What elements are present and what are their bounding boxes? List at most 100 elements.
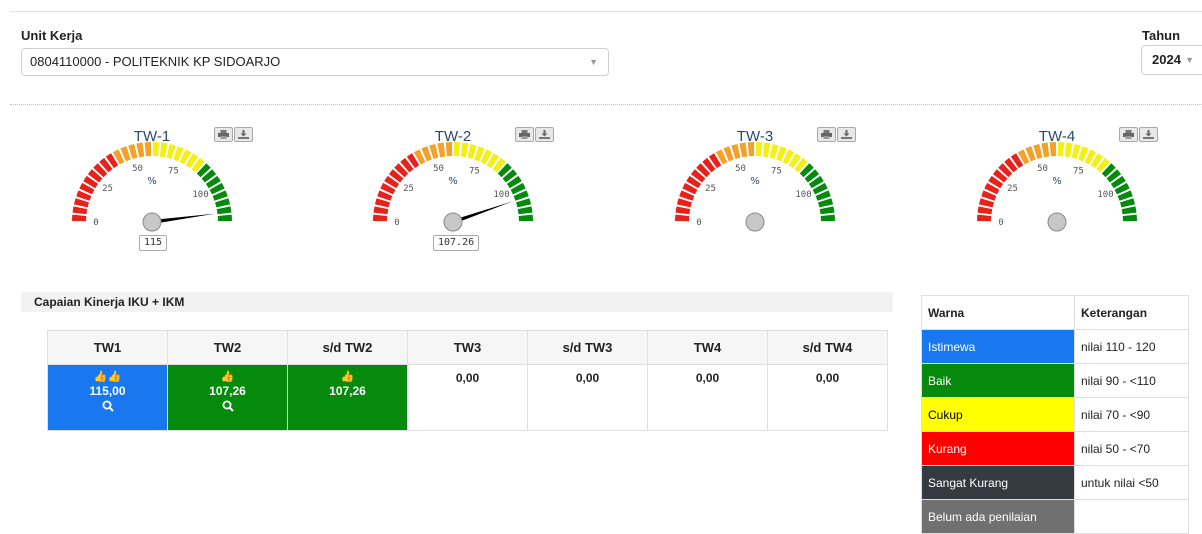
legend-row: Cukup nilai 70 - <90 [921, 397, 1189, 432]
tahun-label: Tahun [1142, 28, 1181, 43]
gauge-unit-label: % [1052, 176, 1062, 187]
legend-row: Belum ada penilaian [921, 499, 1189, 534]
gauge-band-segment [517, 206, 533, 215]
legend-row: Sangat Kurang untuk nilai <50 [921, 465, 1189, 500]
gauge-title: TW-4 [1038, 128, 1076, 145]
cell-tw4: 0,00 [647, 364, 768, 431]
legend-header-keterangan: Keterangan [1074, 295, 1189, 330]
gauge-tick-label: 25 [403, 184, 414, 194]
gauge-unit-label: % [750, 176, 760, 187]
legend-color-name: Istimewa [921, 329, 1075, 364]
gauge-tick-label: 0 [93, 218, 98, 228]
unit-kerja-select[interactable]: 0804110000 - POLITEKNIK KP SIDOARJO ▼ [21, 48, 609, 76]
gauge-tick-label: 25 [705, 184, 716, 194]
gauge-tick-label: 25 [1007, 184, 1018, 194]
legend-color-name: Belum ada penilaian [921, 499, 1075, 534]
cell-value: 107,26 [209, 384, 246, 398]
cell-tw3: 0,00 [407, 364, 528, 431]
gauge-value-label: 115 [139, 235, 168, 251]
table-header-row: TW1 TW2 s/d TW2 TW3 s/d TW3 TW4 s/d TW4 [47, 330, 888, 365]
print-button[interactable] [817, 127, 836, 142]
gauge-tick-label: 100 [1097, 190, 1113, 200]
section-title: Capaian Kinerja IKU + IKM [21, 292, 893, 312]
cell-tw1: 👍👍 115,00 [47, 364, 168, 431]
gauge-band-segment [518, 214, 533, 222]
download-icon [238, 130, 249, 139]
legend-table: Warna Keterangan Istimewa nilai 110 - 120… [921, 295, 1189, 534]
legend-description: untuk nilai <50 [1074, 465, 1189, 500]
legend-header-row: Warna Keterangan [921, 295, 1189, 330]
gauge-tick-label: 50 [1037, 164, 1048, 174]
gauge-band-segment [373, 206, 389, 215]
gauge-band-segment [675, 214, 690, 222]
gauge-band-segment [977, 214, 992, 222]
gauge-unit-label: % [448, 176, 458, 187]
gauge-band-segment [217, 214, 232, 222]
search-icon[interactable] [102, 400, 114, 412]
cell-sd-tw4: 0,00 [767, 364, 888, 431]
gauge-pivot [443, 212, 463, 232]
legend-color-name: Kurang [921, 431, 1075, 466]
print-icon [519, 130, 530, 139]
column-header: TW4 [647, 330, 768, 365]
download-icon [1143, 130, 1154, 139]
legend-color-name: Sangat Kurang [921, 465, 1075, 500]
gauge-tick-label: 0 [998, 218, 1003, 228]
tahun-select[interactable]: 2024 ▼ [1141, 45, 1202, 75]
print-button[interactable] [214, 127, 233, 142]
gauge-unit-label: % [147, 176, 157, 187]
capaian-table: TW1 TW2 s/d TW2 TW3 s/d TW3 TW4 s/d TW4 … [47, 330, 888, 431]
gauge-tick-label: 75 [168, 166, 179, 176]
gauge-tick-label: 0 [394, 218, 399, 228]
legend-description: nilai 50 - <70 [1074, 431, 1189, 466]
gauge-tick-label: 0 [696, 218, 701, 228]
search-icon[interactable] [222, 400, 234, 412]
print-button[interactable] [1119, 127, 1138, 142]
column-header: s/d TW3 [527, 330, 648, 365]
chevron-down-icon: ▼ [589, 57, 598, 67]
gauge-band-segment [216, 206, 232, 215]
unit-kerja-label: Unit Kerja [21, 28, 83, 43]
download-button[interactable] [234, 127, 253, 142]
print-button[interactable] [515, 127, 534, 142]
gauge-band-segment [1121, 206, 1137, 215]
gauge-tick-label: 100 [493, 190, 509, 200]
gauge-title: TW-2 [434, 128, 472, 145]
gauge-tick-label: 100 [192, 190, 208, 200]
legend-description [1074, 499, 1189, 534]
legend-description: nilai 90 - <110 [1074, 363, 1189, 398]
print-icon [218, 130, 229, 139]
gauge-band-segment [72, 214, 87, 222]
cell-value: 0,00 [815, 371, 840, 385]
column-header: s/d TW4 [767, 330, 888, 365]
legend-description: nilai 70 - <90 [1074, 397, 1189, 432]
legend-row: Istimewa nilai 110 - 120 [921, 329, 1189, 364]
legend-header-warna: Warna [921, 295, 1075, 330]
gauge-tick-label: 75 [469, 166, 480, 176]
download-button[interactable] [535, 127, 554, 142]
gauge-tw3: 0 25 50 75 100% TW-3 [659, 124, 899, 259]
gauge-value-label: 107.26 [433, 235, 480, 251]
download-button[interactable] [837, 127, 856, 142]
gauge-tick-label: 75 [771, 166, 782, 176]
column-header: TW2 [167, 330, 288, 365]
unit-kerja-value: 0804110000 - POLITEKNIK KP SIDOARJO [30, 54, 281, 69]
gauge-tick-label: 50 [735, 164, 746, 174]
print-icon [821, 130, 832, 139]
legend-row: Baik nilai 90 - <110 [921, 363, 1189, 398]
cell-value: 107,26 [329, 384, 366, 398]
gauge-tick-label: 75 [1073, 166, 1084, 176]
cell-sd-tw3: 0,00 [527, 364, 648, 431]
gauge-tick-label: 50 [433, 164, 444, 174]
thumbs-up-icon: 👍👍 [93, 371, 122, 383]
tahun-value: 2024 [1152, 52, 1181, 67]
column-header: TW3 [407, 330, 528, 365]
gauge-band-segment [819, 206, 835, 215]
legend-description: nilai 110 - 120 [1074, 329, 1189, 364]
download-button[interactable] [1139, 127, 1158, 142]
gauge-band-segment [977, 206, 993, 215]
download-icon [841, 130, 852, 139]
gauge-band-segment [1122, 214, 1137, 222]
column-header: TW1 [47, 330, 168, 365]
gauge-band-segment [820, 214, 835, 222]
